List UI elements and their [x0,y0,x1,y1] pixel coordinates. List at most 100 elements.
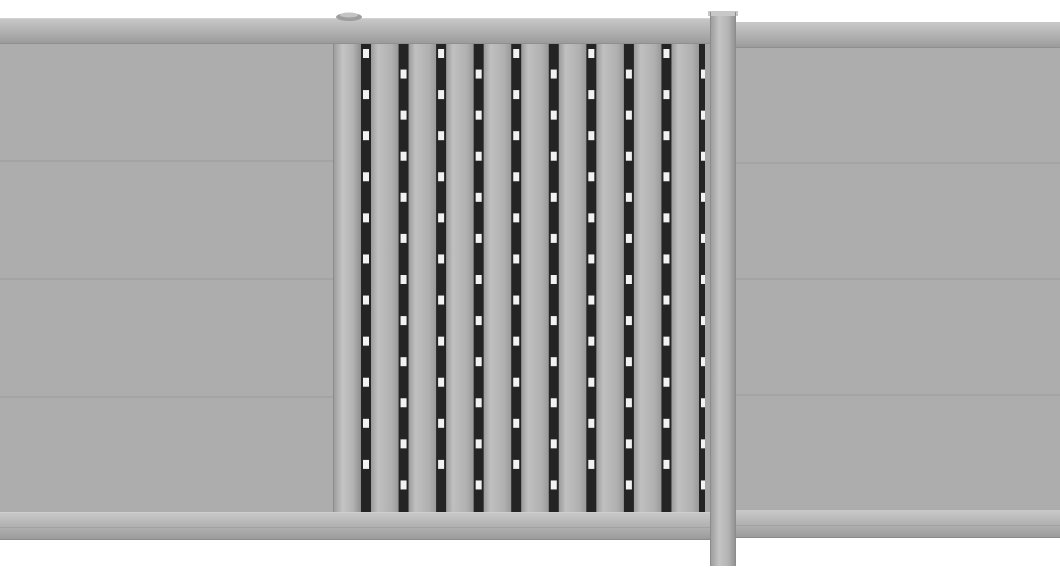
light-slot [550,110,557,120]
light-slot [513,254,520,264]
light-slot [625,275,632,284]
light-slot [513,336,520,346]
light-slot [625,357,632,367]
slat-section [361,44,709,512]
light-slot [513,418,520,428]
light-slot [550,398,557,408]
light-slot [625,192,632,202]
top-rail-right [736,22,1060,48]
light-slot [475,398,482,408]
bottom-rail-left [0,512,712,540]
light-slot [438,131,445,141]
light-slot [550,357,557,367]
light-slot [475,316,482,326]
light-slot [588,172,595,182]
light-slot [400,192,407,202]
light-slot [475,192,482,202]
vertical-slat [408,44,437,512]
top-rail [0,12,1060,48]
light-slot [588,295,595,305]
light-slot [663,254,670,264]
light-slot [625,316,632,326]
light-slot [625,439,632,449]
light-slot [438,336,445,346]
gate-post-cap [708,11,738,16]
light-slot [550,151,557,161]
light-slot [513,172,520,182]
light-slot [550,192,557,202]
light-slot [663,213,670,223]
light-slot [438,459,445,469]
light-slot [363,254,369,264]
light-slot [550,233,557,243]
vertical-slat [596,44,624,512]
light-slot [363,49,369,58]
bottom-rail-right [736,510,1060,538]
gate-post [708,11,738,566]
vertical-slat [633,44,662,512]
light-slot [663,377,670,387]
light-slot [588,254,595,264]
middle-stile-body [333,44,361,512]
light-slot [438,418,445,428]
light-slot [550,69,557,79]
light-slot [588,131,595,141]
vertical-slat [558,44,587,512]
slats [371,44,699,512]
vertical-slat [371,44,399,512]
light-slot [625,398,632,408]
light-slot [625,69,632,79]
light-slot [513,131,520,141]
light-slot [438,213,445,223]
left-panel-body [0,44,333,512]
light-slot [400,233,407,243]
light-slot [400,275,407,284]
light-slot [663,172,670,182]
gate-scene [0,0,1060,570]
light-slot [513,49,520,58]
light-slot [475,275,482,284]
light-slot [363,459,369,469]
light-slot [438,90,445,100]
middle-stile [333,44,361,512]
light-slot [625,480,632,490]
light-slot [550,275,557,284]
light-slot [550,480,557,490]
light-slot [513,377,520,387]
light-slot [363,131,369,141]
light-slot [363,418,369,428]
light-slot [438,377,445,387]
vertical-slat [521,44,549,512]
light-slot [625,151,632,161]
light-slot [475,439,482,449]
light-slot [400,69,407,79]
left-panel [0,44,333,512]
light-slot [363,377,369,387]
light-slot [400,439,407,449]
light-slot [588,418,595,428]
right-panel [736,48,1060,510]
gate-post-body [710,12,736,566]
light-slot [588,90,595,100]
light-slot [663,90,670,100]
light-slot [513,90,520,100]
light-slot [475,110,482,120]
light-slot [475,357,482,367]
light-slot [588,377,595,387]
light-slot [400,316,407,326]
light-slot [588,336,595,346]
light-slot [363,336,369,346]
light-slot [513,459,520,469]
light-slot [438,295,445,305]
light-slot [363,213,369,223]
vertical-slat [671,44,699,512]
light-slot [625,110,632,120]
light-slot [588,459,595,469]
light-slot [400,480,407,490]
light-slot [663,131,670,141]
light-slot [475,151,482,161]
sliding-gate-illustration [0,11,1060,566]
light-slot [400,357,407,367]
light-slot [663,459,670,469]
light-slot [438,49,445,58]
